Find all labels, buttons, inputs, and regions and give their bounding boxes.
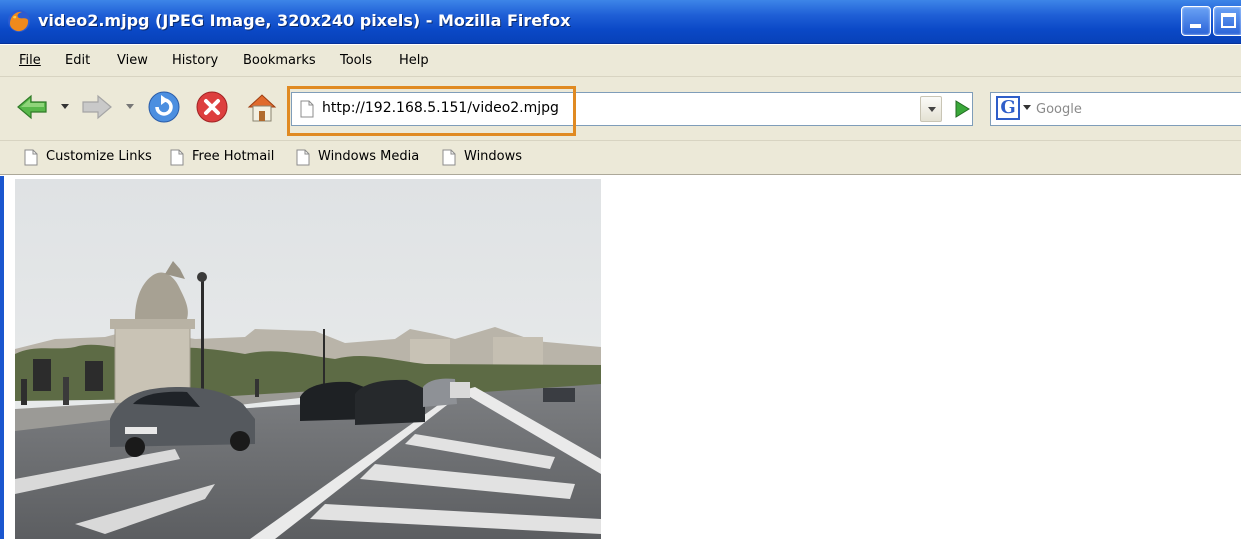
- bookmark-label: Windows: [464, 149, 523, 164]
- menu-view[interactable]: View: [117, 53, 148, 68]
- forward-button[interactable]: [80, 90, 114, 124]
- title-bar: video2.mjpg (JPEG Image, 320x240 pixels)…: [0, 0, 1241, 44]
- page-icon: [442, 149, 456, 166]
- search-engine-dropdown-icon[interactable]: [1023, 105, 1031, 111]
- url-highlight-box: [287, 86, 576, 136]
- chevron-down-icon: [928, 107, 936, 112]
- menu-tools-label: Tools: [340, 53, 373, 68]
- url-history-dropdown[interactable]: [920, 96, 942, 122]
- go-button[interactable]: [952, 98, 972, 120]
- page-icon: [24, 149, 38, 166]
- forward-history-dropdown-icon[interactable]: [125, 103, 135, 111]
- menu-tools[interactable]: Tools: [340, 53, 372, 68]
- bookmark-label: Windows Media: [318, 149, 420, 164]
- home-button[interactable]: [245, 90, 279, 124]
- bookmark-free-hotmail[interactable]: Free Hotmail: [170, 146, 290, 170]
- back-button[interactable]: [15, 90, 49, 124]
- page-icon: [170, 149, 184, 166]
- bookmark-label: Customize Links: [46, 149, 152, 164]
- menu-bookmarks[interactable]: Bookmarks: [243, 53, 316, 68]
- bookmark-windows-media[interactable]: Windows Media: [296, 146, 436, 170]
- street-photo: [15, 179, 601, 539]
- stop-button[interactable]: [195, 90, 229, 124]
- window-title: video2.mjpg (JPEG Image, 320x240 pixels)…: [38, 11, 571, 30]
- menu-edit[interactable]: Edit: [65, 53, 90, 68]
- menu-edit-label: Edit: [65, 53, 91, 68]
- back-history-dropdown-icon[interactable]: [60, 103, 70, 111]
- bookmark-windows[interactable]: Windows: [442, 146, 542, 170]
- window-left-border: [0, 176, 4, 539]
- menu-file[interactable]: File: [19, 53, 41, 68]
- menu-view-label: View: [117, 53, 148, 68]
- menu-history[interactable]: History: [172, 53, 218, 68]
- menu-history-label: History: [172, 53, 219, 68]
- maximize-button[interactable]: [1213, 6, 1241, 36]
- minimize-button[interactable]: [1181, 6, 1211, 36]
- page-icon: [296, 149, 310, 166]
- menu-file-label: File: [19, 53, 41, 68]
- firefox-icon: [8, 10, 30, 32]
- menu-bookmarks-label: Bookmarks: [243, 53, 316, 68]
- bookmark-customize-links[interactable]: Customize Links: [24, 146, 164, 170]
- search-input[interactable]: [1036, 94, 1232, 124]
- google-icon[interactable]: G: [996, 96, 1020, 120]
- bookmark-label: Free Hotmail: [192, 149, 275, 164]
- menu-help-label: Help: [399, 53, 429, 68]
- menu-help[interactable]: Help: [399, 53, 429, 68]
- reload-button[interactable]: [147, 90, 181, 124]
